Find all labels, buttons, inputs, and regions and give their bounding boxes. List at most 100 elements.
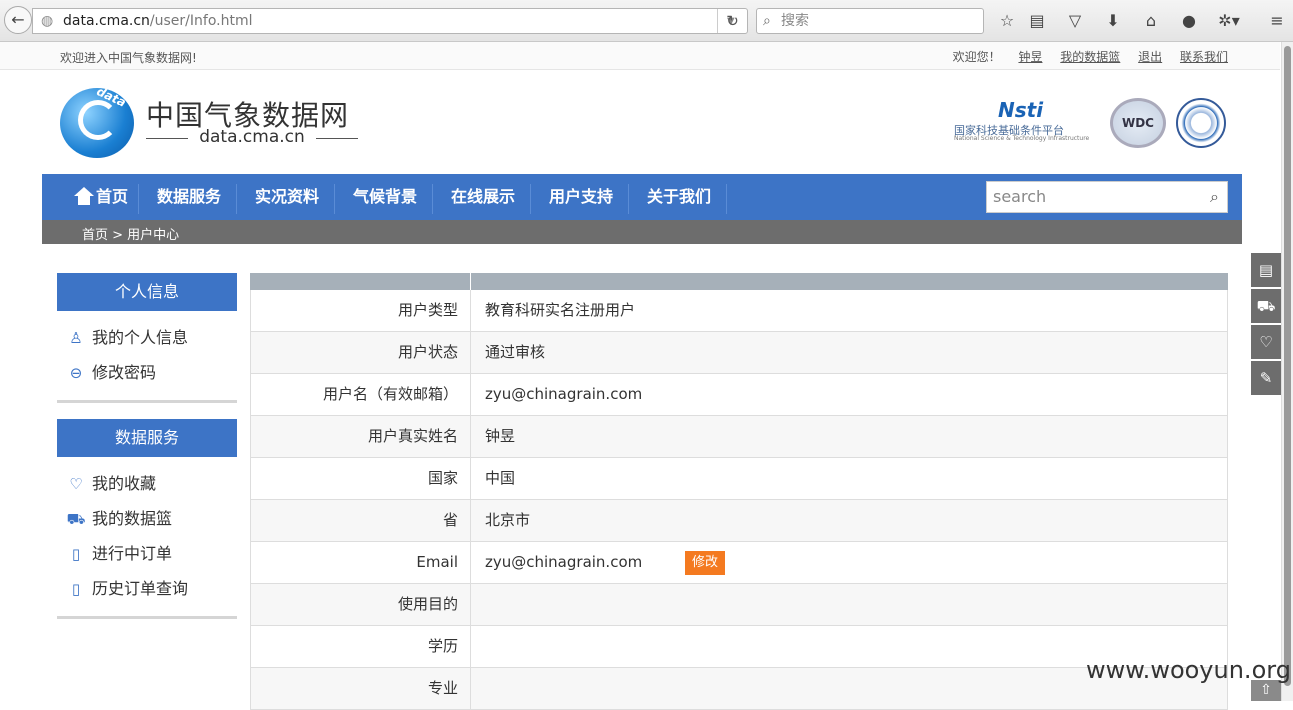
edit-email-button[interactable]: 修改 <box>685 551 725 575</box>
cart-icon: ⛟ <box>66 510 86 528</box>
nav-climate[interactable]: 气候背景 <box>336 174 434 220</box>
table-row: 用户真实姓名 钟昱 <box>250 416 1228 458</box>
document-icon: ▯ <box>71 580 81 598</box>
sidebar-divider <box>57 400 237 403</box>
row-value: 钟昱 <box>485 427 516 445</box>
url-host: data.cma.cn <box>63 13 150 29</box>
row-value: 中国 <box>485 469 516 487</box>
row-value: zyu@chinagrain.com <box>485 553 643 571</box>
table-row: Email zyu@chinagrain.com 修改 <box>250 542 1228 584</box>
top-links: 欢迎您！ 钟昱 我的数据篮 退出 联系我们 <box>939 48 1228 65</box>
sidebar-item-change-password[interactable]: ⊖ 修改密码 <box>66 362 156 384</box>
sidebar-item-label: 历史订单查询 <box>92 579 189 598</box>
user-icon: ♙ <box>69 329 83 347</box>
float-user-edit-icon[interactable]: ✎ <box>1251 361 1281 395</box>
float-cart-icon[interactable]: ⛟ <box>1251 289 1281 323</box>
sidebar-item-order-history[interactable]: ▯ 历史订单查询 <box>66 578 188 600</box>
reading-list-icon[interactable]: ▤ <box>1026 10 1048 32</box>
cma-seal-logo[interactable] <box>1176 98 1226 148</box>
row-label: 省 <box>251 500 471 541</box>
site-domain: data.cma.cn <box>146 127 358 147</box>
contact-link[interactable]: 联系我们 <box>1180 50 1228 64</box>
site-logo[interactable]: data <box>60 84 134 158</box>
nav-divider <box>530 184 531 214</box>
wdc-logo[interactable]: WDC <box>1110 98 1166 148</box>
site-search-input[interactable]: search ⌕ <box>986 181 1228 213</box>
download-icon[interactable]: ⬇ <box>1102 10 1124 32</box>
logout-link[interactable]: 退出 <box>1138 50 1162 64</box>
row-label: 国家 <box>251 458 471 499</box>
table-row: 国家 中国 <box>250 458 1228 500</box>
row-value: 北京市 <box>485 511 531 529</box>
row-value: 通过审核 <box>485 343 546 361</box>
sidebar-item-favorites[interactable]: ♡ 我的收藏 <box>66 473 156 495</box>
sidebar-item-label: 我的数据篮 <box>92 509 173 528</box>
my-basket-link[interactable]: 我的数据篮 <box>1060 50 1120 64</box>
sidebar-section-data-service: 数据服务 <box>57 419 237 457</box>
nsti-logo[interactable]: Nsti 国家科技基础条件平台 National Science & Techn… <box>954 98 1100 144</box>
reload-icon[interactable]: ↻ <box>717 9 747 33</box>
float-heart-icon[interactable]: ♡ <box>1251 325 1281 359</box>
main-nav: 首页 数据服务 实况资料 气候背景 在线展示 用户支持 关于我们 search … <box>42 174 1242 220</box>
table-row: 用户类型 教育科研实名注册用户 <box>250 290 1228 332</box>
search-icon: ⌕ <box>763 13 771 29</box>
nav-data-service[interactable]: 数据服务 <box>140 174 238 220</box>
nav-live-data[interactable]: 实况资料 <box>238 174 336 220</box>
page-scrollbar[interactable] <box>1281 42 1293 701</box>
row-label: Email <box>251 542 471 583</box>
nav-divider <box>432 184 433 214</box>
nav-about[interactable]: 关于我们 <box>630 174 728 220</box>
table-row: 专业 <box>250 668 1228 710</box>
scrollbar-thumb[interactable] <box>1284 46 1291 686</box>
watermark-text: www.wooyun.org <box>1086 656 1291 684</box>
bookmark-star-icon[interactable]: ☆ <box>996 10 1018 32</box>
search-icon[interactable]: ⌕ <box>1210 182 1219 212</box>
sidebar-item-label: 进行中订单 <box>92 544 173 563</box>
nsti-mark: Nsti <box>998 98 1044 122</box>
extension-icon[interactable]: ✲▾ <box>1214 10 1244 32</box>
back-arrow-icon[interactable]: ← <box>4 6 32 34</box>
table-row: 使用目的 <box>250 584 1228 626</box>
globe-icon: ◍ <box>41 13 54 29</box>
float-document-icon[interactable]: ▤ <box>1251 253 1281 287</box>
welcome-text: 欢迎进入中国气象数据网! <box>60 51 197 65</box>
sidebar-item-label: 我的收藏 <box>92 474 157 493</box>
nav-home-label: 首页 <box>95 187 128 206</box>
user-info-table: 用户类型 教育科研实名注册用户 用户状态 通过审核 用户名（有效邮箱） zyu@… <box>250 273 1228 710</box>
breadcrumb-text[interactable]: 首页 > 用户中心 <box>82 224 179 243</box>
row-label: 用户真实姓名 <box>251 416 471 457</box>
nav-user-support[interactable]: 用户支持 <box>532 174 630 220</box>
browser-search-input[interactable]: ⌕ 搜索 <box>756 8 984 34</box>
table-row: 用户状态 通过审核 <box>250 332 1228 374</box>
pocket-icon[interactable]: ▽ <box>1064 10 1086 32</box>
document-icon: ▯ <box>71 545 81 563</box>
row-label: 用户状态 <box>251 332 471 373</box>
url-path: /user/Info.html <box>149 13 253 29</box>
table-row: 省 北京市 <box>250 500 1228 542</box>
sidebar-item-data-basket[interactable]: ⛟ 我的数据篮 <box>66 508 172 530</box>
nav-divider <box>628 184 629 214</box>
sidebar-section-personal-info: 个人信息 <box>57 273 237 311</box>
sidebar-divider <box>57 616 237 619</box>
row-label: 专业 <box>251 668 471 709</box>
browser-toolbar: ← ◍ data.cma.cn/user/Info.html ▼ ↻ ⌕ 搜索 … <box>0 0 1293 42</box>
table-row: 用户名（有效邮箱） zyu@chinagrain.com <box>250 374 1228 416</box>
sidebar-item-my-info[interactable]: ♙ 我的个人信息 <box>66 327 188 349</box>
nav-online-display[interactable]: 在线展示 <box>434 174 532 220</box>
breadcrumb: 首页 > 用户中心 <box>42 220 1242 244</box>
row-label: 使用目的 <box>251 584 471 625</box>
nav-home[interactable]: 首页 <box>60 174 142 220</box>
nav-divider <box>236 184 237 214</box>
wdc-text: WDC <box>1121 116 1154 130</box>
row-value: zyu@chinagrain.com <box>485 385 643 403</box>
url-bar[interactable]: ◍ data.cma.cn/user/Info.html ▼ ↻ <box>32 8 748 34</box>
chat-icon[interactable]: ● <box>1178 10 1200 32</box>
row-label: 用户类型 <box>251 290 471 331</box>
nav-divider <box>726 184 727 214</box>
home-icon[interactable]: ⌂ <box>1140 10 1162 32</box>
sidebar-item-pending-orders[interactable]: ▯ 进行中订单 <box>66 543 172 565</box>
username-link[interactable]: 钟昱 <box>1018 50 1042 64</box>
menu-icon[interactable]: ≡ <box>1266 10 1288 32</box>
nav-divider <box>334 184 335 214</box>
heart-icon: ♡ <box>69 475 83 493</box>
